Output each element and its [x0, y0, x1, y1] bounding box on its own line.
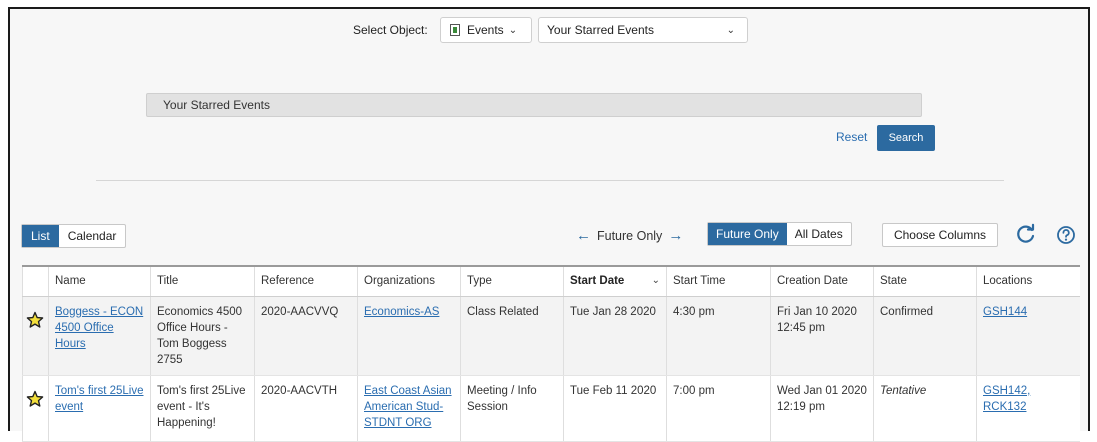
star-icon[interactable]	[26, 311, 44, 329]
calendar-view-button[interactable]: Calendar	[59, 225, 126, 247]
future-only-nav: ← Future Only →	[576, 227, 683, 244]
sort-chevron-icon: ⌄	[651, 275, 660, 287]
arrow-left-icon[interactable]: ←	[576, 227, 591, 244]
column-header-start-time[interactable]: Start Time	[666, 265, 771, 297]
refresh-icon[interactable]	[1015, 223, 1037, 245]
cell-start-date: Tue Feb 11 2020	[563, 375, 667, 442]
location-link[interactable]: GSH142, RCK132	[983, 385, 1030, 413]
events-table: Name Title Reference Organizations Type …	[22, 265, 1080, 442]
object-type-dropdown[interactable]: Events ⌄	[440, 17, 532, 43]
cell-state: Confirmed	[873, 296, 977, 376]
organization-link[interactable]: East Coast Asian American Stud-STDNT ORG	[364, 385, 452, 429]
table-row: Tom's first 25Live event Tom's first 25L…	[22, 375, 1080, 442]
table-header-row: Name Title Reference Organizations Type …	[22, 265, 1080, 297]
cell-organizations: East Coast Asian American Stud-STDNT ORG	[357, 375, 461, 442]
column-header-organizations[interactable]: Organizations	[357, 265, 461, 297]
object-type-value: Events	[467, 23, 504, 37]
cell-reference: 2020-AACVVQ	[254, 296, 358, 376]
cell-creation-date: Fri Jan 10 2020 12:45 pm	[770, 296, 874, 376]
choose-columns-button[interactable]: Choose Columns	[882, 223, 998, 247]
future-only-button[interactable]: Future Only	[708, 223, 787, 245]
cell-title: Economics 4500 Office Hours - Tom Bogges…	[150, 296, 255, 376]
column-header-star	[22, 265, 49, 297]
cell-state: Tentative	[873, 375, 977, 442]
main-frame: Select Object: Events ⌄ Your Starred Eve…	[8, 7, 1090, 442]
cell-name[interactable]: Boggess - ECON 4500 Office Hours	[48, 296, 151, 376]
column-header-title[interactable]: Title	[150, 265, 255, 297]
cell-type: Meeting / Info Session	[460, 375, 564, 442]
cell-creation-date: Wed Jan 01 2020 12:19 pm	[770, 375, 874, 442]
star-icon[interactable]	[26, 390, 44, 408]
all-dates-button[interactable]: All Dates	[787, 223, 851, 245]
column-header-type[interactable]: Type	[460, 265, 564, 297]
view-toggle: List Calendar	[21, 224, 127, 248]
date-filter-toggle: Future Only All Dates	[707, 222, 852, 246]
cell-type: Class Related	[460, 296, 564, 376]
star-cell	[22, 375, 49, 442]
column-header-creation-date[interactable]: Creation Date	[770, 265, 874, 297]
cell-start-date: Tue Jan 28 2020	[563, 296, 667, 376]
cell-name[interactable]: Tom's first 25Live event	[48, 375, 151, 442]
cell-reference: 2020-AACVTH	[254, 375, 358, 442]
cell-start-time: 7:00 pm	[666, 375, 771, 442]
cell-title: Tom's first 25Live event - It's Happenin…	[150, 375, 255, 442]
organization-link[interactable]: Economics-AS	[364, 306, 439, 318]
document-icon	[450, 24, 460, 36]
column-header-name[interactable]: Name	[48, 265, 151, 297]
chevron-down-icon: ⌄	[508, 24, 518, 36]
column-header-reference[interactable]: Reference	[254, 265, 358, 297]
arrow-right-icon[interactable]: →	[668, 227, 683, 244]
chevron-down-icon: ⌄	[726, 24, 735, 36]
event-name-link[interactable]: Tom's first 25Live event	[55, 385, 143, 413]
start-date-header-label: Start Date	[570, 275, 625, 288]
help-icon[interactable]	[1056, 225, 1076, 245]
starred-events-label: Your Starred Events	[163, 98, 270, 112]
star-cell	[22, 296, 49, 376]
list-view-button[interactable]: List	[22, 225, 59, 247]
reset-link[interactable]: Reset	[836, 130, 867, 144]
cell-start-time: 4:30 pm	[666, 296, 771, 376]
column-header-state[interactable]: State	[873, 265, 977, 297]
cell-locations: GSH144	[976, 296, 1080, 376]
table-row: Boggess - ECON 4500 Office Hours Economi…	[22, 296, 1080, 376]
saved-search-dropdown[interactable]: Your Starred Events ⌄	[538, 17, 748, 43]
cell-organizations: Economics-AS	[357, 296, 461, 376]
cell-locations: GSH142, RCK132	[976, 375, 1080, 442]
search-button[interactable]: Search	[877, 125, 935, 151]
starred-events-bar[interactable]: Your Starred Events	[146, 93, 922, 117]
select-object-label: Select Object:	[353, 23, 428, 37]
future-only-nav-label: Future Only	[597, 228, 663, 243]
column-header-start-date[interactable]: Start Date ⌄	[563, 265, 667, 297]
column-header-locations[interactable]: Locations	[976, 265, 1080, 297]
divider	[96, 180, 1004, 181]
event-name-link[interactable]: Boggess - ECON 4500 Office Hours	[55, 306, 143, 350]
saved-search-value: Your Starred Events	[547, 23, 654, 37]
location-link[interactable]: GSH144	[983, 306, 1027, 318]
